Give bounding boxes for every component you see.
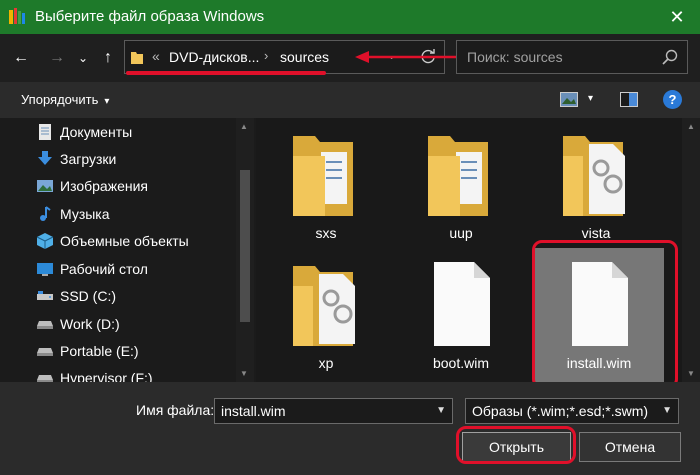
help-icon[interactable]: ? (663, 90, 682, 109)
file-name: boot.wim (432, 355, 490, 371)
file-name: vista (581, 225, 611, 241)
preview-pane-icon[interactable] (620, 92, 638, 107)
settings-folder-icon (563, 136, 625, 216)
file-item[interactable]: sxs (261, 118, 391, 253)
sidebar-item-ssd-c[interactable]: SSD (C:) (36, 286, 116, 306)
scroll-up-arrow-icon[interactable]: ▲ (240, 122, 248, 131)
documents-icon (39, 124, 51, 140)
system-drive-icon (37, 291, 53, 300)
window-title: Выберите файл образа Windows (35, 8, 265, 25)
desktop-icon (37, 263, 53, 276)
sidebar-scroll-thumb[interactable] (240, 170, 250, 322)
scroll-up-arrow-icon[interactable]: ▲ (687, 122, 695, 131)
breadcrumb-separator-icon[interactable]: › (264, 48, 268, 63)
sidebar-item-portable-e[interactable]: Portable (E:) (36, 341, 139, 361)
file-item[interactable]: xp (261, 248, 391, 382)
recent-locations-button[interactable]: ⌄ (74, 46, 92, 70)
help-glyph: ? (668, 92, 677, 107)
sidebar-item-music[interactable]: Музыка (36, 204, 110, 224)
file-icon (434, 262, 490, 346)
file-type-value: Образы (*.wim;*.esd;*.swm) (472, 403, 649, 419)
sidebar-item-pictures[interactable]: Изображения (36, 176, 148, 196)
address-bar[interactable]: « DVD-дисков... › sources ⌄ (124, 40, 520, 74)
title-bar: Выберите файл образа Windows ✕ (0, 0, 700, 34)
search-box[interactable]: Поиск: sources (456, 40, 688, 74)
organize-label: Упорядочить (21, 92, 99, 107)
sidebar-item-label: SSD (C:) (60, 288, 116, 304)
breadcrumb-sources[interactable]: sources (280, 49, 329, 65)
sidebar-item-downloads[interactable]: Загрузки (36, 149, 116, 169)
organize-button[interactable]: Упорядочить ▾ (21, 92, 109, 107)
drive-icon (37, 321, 53, 329)
chevron-down-icon[interactable]: ▼ (436, 405, 446, 416)
sidebar-item-hypervisor-f[interactable]: Hypervisor (F:) (36, 368, 153, 382)
sidebar-item-3d-objects[interactable]: Объемные объекты (36, 231, 189, 251)
chevron-down-icon[interactable]: ▼ (662, 405, 672, 416)
sidebar-item-label: Изображения (60, 178, 148, 194)
sidebar-item-work-d[interactable]: Work (D:) (36, 314, 120, 334)
app-icon (9, 8, 25, 24)
close-icon: ✕ (669, 6, 685, 27)
chevron-down-icon: ⌄ (77, 51, 89, 65)
red-underline-annotation (126, 71, 326, 75)
forward-arrow-icon: → (49, 49, 65, 66)
file-name: uup (449, 225, 473, 241)
folder-icon (428, 136, 488, 216)
file-list-scrollbar[interactable]: ▲ ▼ (682, 118, 700, 382)
filename-label: Имя файла: (136, 402, 215, 418)
sidebar-item-label: Загрузки (60, 151, 117, 167)
cancel-button[interactable]: Отмена (579, 432, 681, 462)
navigation-pane: Документы Загрузки Изображения Музыка Об… (0, 118, 256, 382)
close-button[interactable]: ✕ (654, 0, 700, 34)
forward-button[interactable]: → (45, 46, 69, 70)
sidebar-item-label: Hypervisor (F:) (60, 370, 153, 382)
sidebar-item-desktop[interactable]: Рабочий стол (36, 259, 148, 279)
3d-objects-icon (36, 233, 54, 249)
folder-icon (293, 136, 353, 216)
overflow-chevron-icon[interactable]: « (152, 48, 160, 64)
view-options-chevron-icon[interactable]: ▾ (588, 93, 593, 104)
dialog-footer: Имя файла: install.wim ▼ Образы (*.wim;*… (0, 382, 700, 475)
file-name: sxs (315, 225, 337, 241)
sidebar-item-label: Рабочий стол (60, 261, 148, 277)
file-name: xp (318, 355, 334, 371)
sidebar-item-label: Документы (60, 124, 133, 140)
sidebar-scrollbar[interactable]: ▲ ▼ (236, 118, 254, 382)
command-bar: Упорядочить ▾ ▾ ? (0, 82, 700, 118)
sidebar-item-label: Portable (E:) (60, 343, 139, 359)
up-button[interactable]: ↑ (96, 46, 120, 70)
red-highlight-annotation (456, 426, 576, 464)
up-arrow-icon: ↑ (104, 49, 112, 66)
folder-icon (131, 52, 143, 64)
music-icon (40, 206, 51, 221)
chevron-down-icon: ▾ (104, 96, 110, 107)
sidebar-item-label: Work (D:) (60, 316, 120, 332)
back-button[interactable]: ← (9, 46, 33, 70)
sidebar-item-label: Музыка (60, 206, 110, 222)
downloads-icon (38, 151, 52, 165)
sidebar-item-label: Объемные объекты (60, 233, 189, 249)
scroll-down-arrow-icon[interactable]: ▼ (240, 369, 248, 378)
sidebar-item-documents[interactable]: Документы (36, 122, 132, 142)
breadcrumb-dvd-drive[interactable]: DVD-дисков... (169, 49, 259, 65)
search-placeholder: Поиск: sources (467, 49, 563, 65)
settings-folder-icon (293, 266, 355, 346)
filename-input[interactable]: install.wim ▼ (214, 398, 453, 424)
file-item[interactable]: uup (396, 118, 526, 253)
file-type-select[interactable]: Образы (*.wim;*.esd;*.swm) ▼ (465, 398, 679, 424)
filename-value: install.wim (221, 403, 286, 419)
file-item[interactable]: vista (531, 118, 661, 253)
search-icon[interactable] (662, 49, 678, 65)
pictures-icon (37, 180, 53, 192)
drive-icon (37, 375, 53, 382)
drive-icon (37, 348, 53, 356)
back-arrow-icon: ← (13, 49, 29, 66)
change-view-icon[interactable] (560, 92, 578, 107)
file-item[interactable]: boot.wim (396, 248, 526, 382)
navigation-bar: ← → ⌄ ↑ « DVD-дисков... › sources ⌄ Поис… (0, 34, 700, 82)
scroll-down-arrow-icon[interactable]: ▼ (687, 369, 695, 378)
red-highlight-annotation (532, 240, 678, 389)
